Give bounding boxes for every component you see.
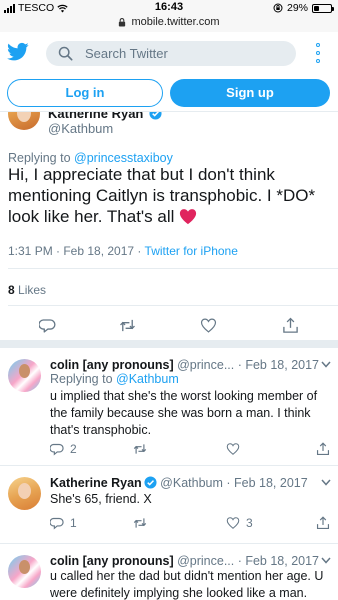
tweet-text: She's 65, friend. X	[50, 492, 152, 506]
tweet-actions	[0, 317, 338, 335]
signup-button[interactable]: Sign up	[170, 79, 330, 107]
chevron-down-icon[interactable]	[321, 557, 331, 564]
share-icon[interactable]	[282, 317, 299, 334]
tweet-text: Hi, I appreciate that but I don't think …	[8, 165, 316, 226]
share-action[interactable]	[316, 516, 330, 530]
avatar[interactable]	[8, 112, 40, 130]
reply-action[interactable]: 2	[50, 442, 77, 456]
main-tweet: Katherine Ryan @Kathbum Replying to @pri…	[0, 112, 338, 340]
divider	[8, 305, 338, 306]
retweet-icon	[133, 444, 147, 454]
author-meta: @prince... · Feb 18, 2017	[173, 554, 320, 568]
retweet-icon[interactable]	[119, 317, 136, 334]
section-separator	[0, 340, 338, 348]
avatar[interactable]	[8, 555, 41, 588]
twitter-header: Search Twitter	[0, 32, 338, 74]
lock-icon	[119, 17, 126, 27]
divider	[8, 268, 338, 269]
replying-to: Replying to @Kathbum	[50, 372, 179, 386]
status-bar: TESCO 16:43 29%	[0, 0, 338, 16]
author-meta: @prince... · Feb 18, 2017	[173, 358, 320, 372]
reply-count: 1	[70, 516, 77, 530]
address-bar[interactable]: mobile.twitter.com	[0, 16, 338, 32]
verified-badge-icon	[149, 112, 162, 120]
red-heart-emoji-icon	[180, 209, 197, 225]
replying-to: Replying to @princesstaxiboy	[8, 151, 173, 165]
share-action[interactable]	[316, 442, 330, 456]
like-icon[interactable]	[200, 317, 217, 334]
author-name[interactable]: colin [any pronouns]	[50, 358, 174, 372]
like-action[interactable]	[226, 442, 240, 456]
chevron-down-icon[interactable]	[321, 479, 331, 486]
more-options-icon[interactable]	[315, 43, 321, 63]
author-name[interactable]: Katherine Ryan	[50, 476, 157, 490]
reply-tweet[interactable]: colin [any pronouns] @prince... · Feb 18…	[0, 348, 338, 466]
chevron-down-icon[interactable]	[321, 361, 331, 368]
search-input[interactable]: Search Twitter	[46, 41, 296, 66]
search-placeholder: Search Twitter	[85, 46, 168, 61]
tweet-text: u called her the dad but didn't mention …	[50, 569, 324, 600]
author-name[interactable]: Katherine Ryan	[48, 112, 162, 121]
author-name[interactable]: colin [any pronouns]	[50, 554, 174, 568]
auth-bar: Log in Sign up	[0, 74, 338, 112]
reply-icon	[50, 517, 64, 530]
twitter-logo-icon[interactable]	[7, 42, 29, 62]
retweet-icon	[133, 518, 147, 528]
retweet-action[interactable]	[133, 442, 147, 456]
reply-header: colin [any pronouns] @prince... · Feb 18…	[50, 358, 319, 372]
like-icon	[226, 517, 240, 529]
battery-percent: 29%	[286, 2, 308, 14]
like-count: 3	[246, 516, 253, 530]
url-text: mobile.twitter.com	[131, 16, 220, 29]
author-handle[interactable]: @Kathbum	[48, 121, 113, 136]
replying-to-link[interactable]: @princesstaxiboy	[74, 151, 173, 165]
tweet-actions: 2	[50, 442, 335, 458]
reply-icon[interactable]	[39, 317, 56, 334]
share-icon	[316, 442, 330, 456]
like-action[interactable]: 3	[226, 516, 253, 530]
avatar[interactable]	[8, 477, 41, 510]
reply-header: colin [any pronouns] @prince... · Feb 18…	[50, 554, 319, 568]
replying-to-link[interactable]: @Kathbum	[116, 372, 179, 386]
verified-badge-icon	[144, 476, 157, 489]
tweet-text: u implied that she's the worst looking m…	[50, 389, 318, 437]
tweet-timestamp: 1:31 PM · Feb 18, 2017 · Twitter for iPh…	[8, 244, 238, 258]
retweet-action[interactable]	[133, 516, 147, 530]
likes-count[interactable]: 8 Likes	[8, 283, 46, 297]
reply-tweet[interactable]: colin [any pronouns] @prince... · Feb 18…	[0, 544, 338, 600]
reply-tweet[interactable]: Katherine Ryan @Kathbum · Feb 18, 2017 S…	[0, 466, 338, 544]
search-icon	[58, 46, 73, 61]
avatar[interactable]	[8, 359, 41, 392]
author-meta: @Kathbum · Feb 18, 2017	[156, 476, 308, 490]
login-button[interactable]: Log in	[7, 79, 163, 107]
orientation-lock-icon	[273, 3, 283, 13]
reply-action[interactable]: 1	[50, 516, 77, 530]
reply-count: 2	[70, 442, 77, 456]
tweet-source-link[interactable]: Twitter for iPhone	[145, 244, 238, 258]
tweet-actions: 1 3	[50, 516, 335, 532]
like-icon	[226, 443, 240, 455]
reply-header: Katherine Ryan @Kathbum · Feb 18, 2017	[50, 476, 308, 490]
reply-icon	[50, 443, 64, 456]
battery-icon	[312, 3, 334, 13]
share-icon	[316, 516, 330, 530]
status-right: 29%	[273, 2, 334, 14]
